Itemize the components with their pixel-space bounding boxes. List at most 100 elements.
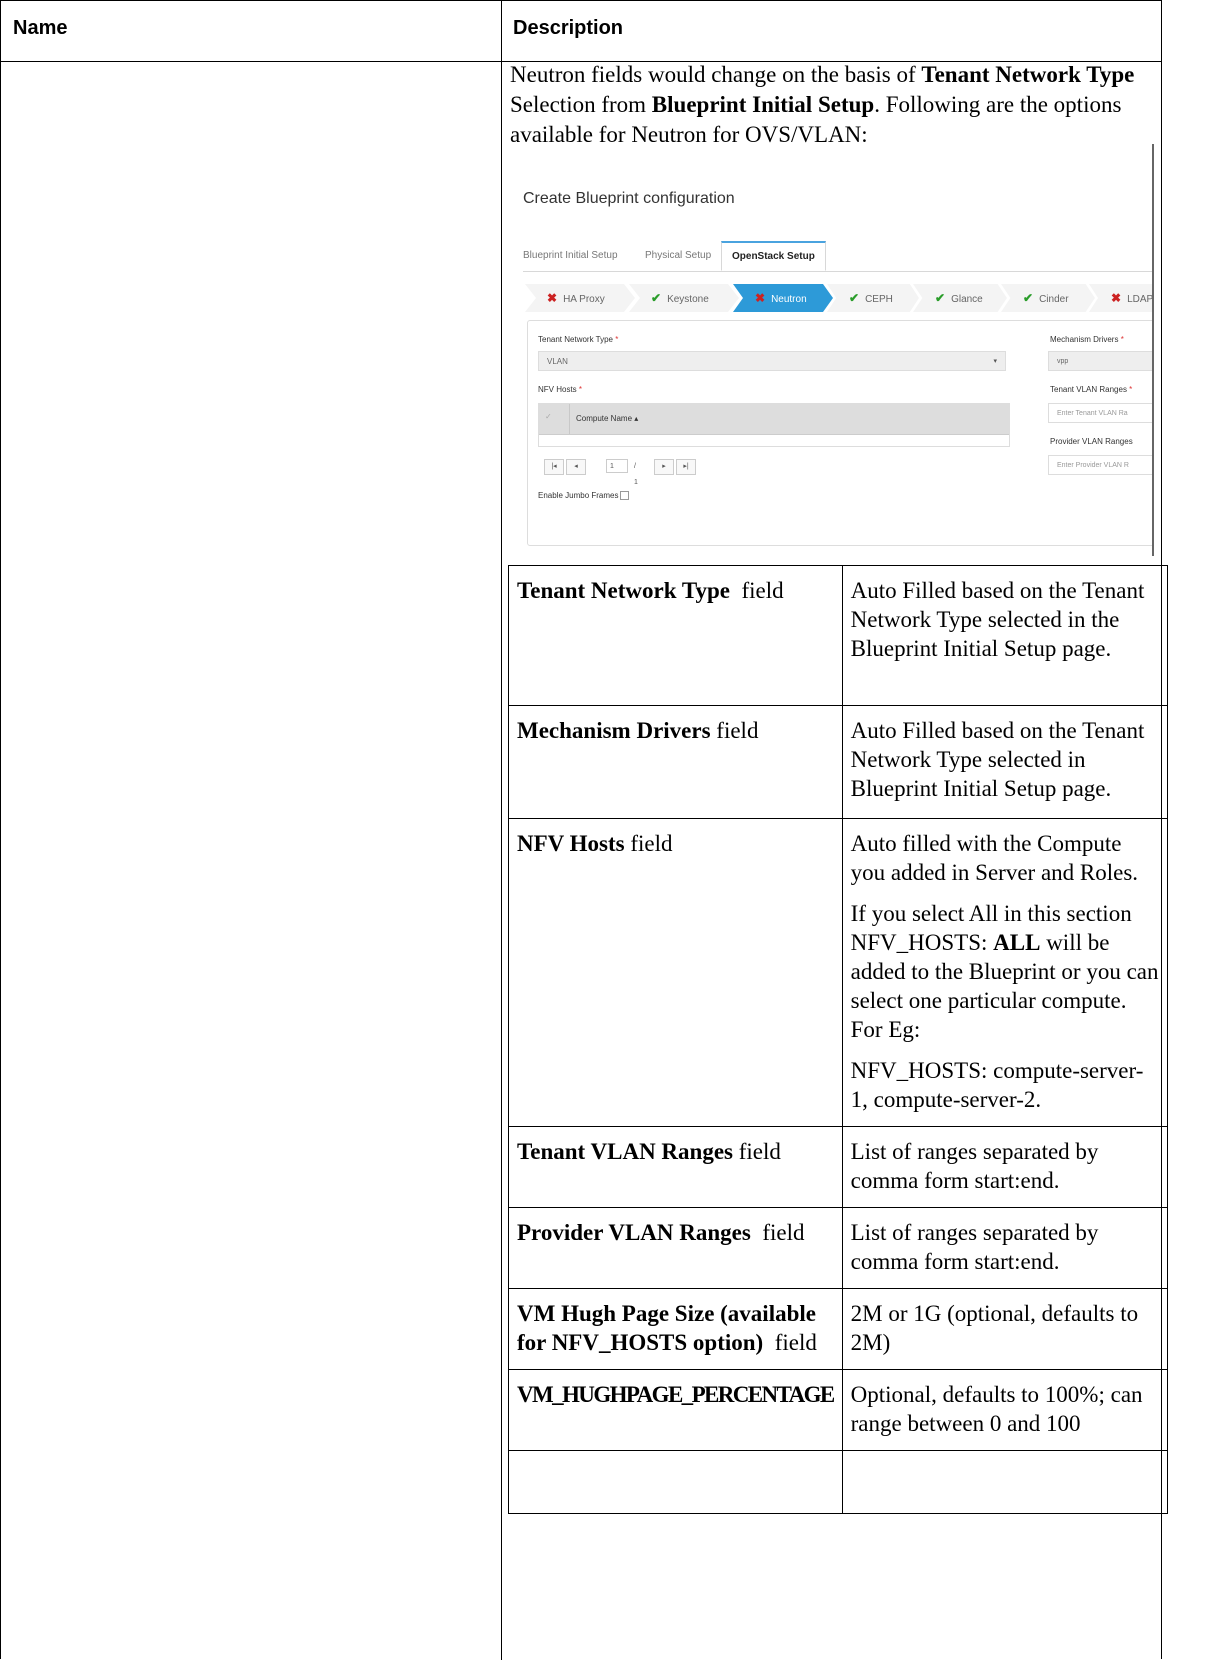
error-x-icon: ✖ (547, 291, 558, 305)
compute-name-column-header[interactable]: Compute Name ▴ (569, 404, 638, 434)
tab-openstack-setup[interactable]: OpenStack Setup (721, 241, 826, 271)
step-label: Cinder (1039, 294, 1069, 305)
field-description: If you select All in this section NFV_HO… (850, 901, 1159, 1042)
step-neutron[interactable]: ✖ Neutron (733, 284, 833, 312)
field-description: Auto filled with the Compute you added i… (850, 831, 1139, 885)
next-page-button[interactable]: ▸ (654, 459, 674, 475)
table-row (508, 1450, 1168, 1514)
checkmark-icon: ✔ (1023, 291, 1034, 305)
field-description: List of ranges separated by comma form s… (850, 1139, 1099, 1193)
field-description: Auto Filled based on the Tenant Network … (850, 578, 1145, 661)
table-row: Tenant VLAN Ranges field List of ranges … (508, 1126, 1168, 1208)
field-description-cell: Optional, defaults to 100%; can range be… (841, 1369, 1168, 1451)
neutron-form-panel: Tenant Network Type * VLAN ▾ NFV Hosts * … (527, 320, 1153, 546)
jumbo-frames-checkbox[interactable] (620, 491, 630, 501)
step-cinder[interactable]: ✔ Cinder (1001, 284, 1095, 312)
field-description: NFV_HOSTS: compute-server-1, compute-ser… (850, 1058, 1144, 1112)
step-ldap[interactable]: ✖ LDAP (1089, 284, 1153, 312)
step-glance[interactable]: ✔ Glance (913, 284, 1007, 312)
intro-text: Selection from (510, 92, 652, 117)
checkmark-icon: ✔ (651, 291, 662, 305)
step-ceph[interactable]: ✔ CEPH (827, 284, 919, 312)
field-name: Provider VLAN Ranges (517, 1220, 751, 1245)
step-label: CEPH (865, 294, 893, 305)
field-description-cell: Auto Filled based on the Tenant Network … (841, 705, 1168, 819)
checkmark-icon: ✔ (935, 291, 946, 305)
sort-up-icon: ▴ (634, 414, 639, 423)
provider-vlan-ranges-input[interactable]: Enter Provider VLAN R (1048, 455, 1153, 475)
step-keystone[interactable]: ✔ Keystone (629, 284, 739, 312)
nfv-hosts-table: ✓ Compute Name ▴ (538, 403, 1010, 447)
field-name: Tenant VLAN Ranges (517, 1139, 733, 1164)
nfv-hosts-table-header: ✓ Compute Name ▴ (539, 404, 1009, 435)
table-row: Provider VLAN Ranges field List of range… (508, 1207, 1168, 1289)
column-divider (501, 1, 502, 1660)
field-description-cell: List of ranges separated by comma form s… (841, 1126, 1168, 1208)
nfv-hosts-label: NFV Hosts * (538, 385, 583, 394)
field-suffix: field (624, 831, 673, 856)
field-name-cell: Tenant VLAN Ranges field (508, 1126, 843, 1208)
field-name: Mechanism Drivers (517, 718, 711, 743)
field-description-cell: Auto filled with the Compute you added i… (841, 818, 1168, 1127)
field-description: 2M or 1G (optional, defaults to 2M) (850, 1301, 1139, 1355)
last-page-button[interactable]: ▸| (676, 459, 696, 475)
field-suffix: field (733, 1139, 781, 1164)
table-row: Tenant Network Type field Auto Filled ba… (508, 565, 1168, 706)
field-suffix: field (750, 1220, 805, 1245)
field-name-cell: VM Hugh Page Size (available for NFV_HOS… (508, 1288, 843, 1370)
blueprint-config-screenshot: Create Blueprint configuration Blueprint… (507, 162, 1154, 554)
tab-blueprint-initial-setup[interactable]: Blueprint Initial Setup (523, 250, 618, 261)
field-description-cell (841, 1450, 1168, 1514)
page-of-label: / 1 (634, 463, 638, 486)
screenshot-tab-bar: Blueprint Initial Setup Physical Setup O… (523, 241, 1153, 272)
field-name-cell (508, 1450, 843, 1514)
field-name-cell: Tenant Network Type field (508, 565, 843, 706)
neutron-fields-table: Tenant Network Type field Auto Filled ba… (508, 565, 1168, 1514)
field-description: Auto Filled based on the Tenant Network … (850, 718, 1145, 801)
table-row: Mechanism Drivers field Auto Filled base… (508, 705, 1168, 819)
field-suffix: field (710, 718, 759, 743)
intro-bold-tenant-network-type: Tenant Network Type (921, 62, 1135, 87)
error-x-icon: ✖ (755, 291, 766, 305)
field-name-cell: VM_HUGHPAGE_PERCENTAGE (508, 1369, 843, 1451)
jumbo-frames-label: Enable Jumbo Frames (538, 491, 619, 500)
tab-physical-setup[interactable]: Physical Setup (645, 250, 711, 261)
intro-text: Neutron fields would change on the basis… (510, 62, 922, 87)
error-x-icon: ✖ (1111, 291, 1122, 305)
field-suffix: field (730, 578, 784, 603)
field-name: Tenant Network Type (517, 578, 730, 603)
field-description: List of ranges separated by comma form s… (850, 1220, 1099, 1274)
field-name-cell: Provider VLAN Ranges field (508, 1207, 843, 1289)
page-number-input[interactable]: 1 (606, 459, 628, 473)
tenant-network-type-select[interactable]: VLAN ▾ (538, 351, 1006, 371)
intro-bold-blueprint-initial-setup: Blueprint Initial Setup (651, 92, 875, 117)
screenshot-title: Create Blueprint configuration (523, 190, 735, 207)
table-header-row: Name Description (1, 1, 1161, 62)
checkmark-icon: ✔ (849, 291, 860, 305)
mechanism-drivers-label: Mechanism Drivers * (1050, 335, 1124, 344)
step-label: HA Proxy (563, 294, 605, 305)
tenant-vlan-ranges-input[interactable]: Enter Tenant VLAN Ra (1048, 403, 1153, 423)
first-page-button[interactable]: |◂ (544, 459, 564, 475)
prev-page-button[interactable]: ◂ (566, 459, 586, 475)
mechanism-drivers-field[interactable]: vpp (1048, 351, 1153, 371)
step-ha-proxy[interactable]: ✖ HA Proxy (525, 284, 635, 312)
select-all-checkbox[interactable]: ✓ (545, 412, 552, 421)
step-label: Neutron (771, 294, 807, 305)
field-name-cell: NFV Hosts field (508, 818, 843, 1127)
intro-paragraph: Neutron fields would change on the basis… (510, 60, 1150, 150)
tenant-vlan-ranges-label: Tenant VLAN Ranges * (1050, 385, 1133, 394)
field-description-cell: 2M or 1G (optional, defaults to 2M) (841, 1288, 1168, 1370)
table-row: VM_HUGHPAGE_PERCENTAGE Optional, default… (508, 1369, 1168, 1451)
field-name-cell: Mechanism Drivers field (508, 705, 843, 819)
field-name: NFV Hosts (517, 831, 625, 856)
select-value: VLAN (547, 357, 568, 366)
enable-jumbo-frames[interactable]: Enable Jumbo Frames (538, 491, 630, 501)
description-column-header: Description (513, 17, 624, 39)
provider-vlan-ranges-label: Provider VLAN Ranges (1050, 437, 1133, 446)
tenant-network-type-label: Tenant Network Type * (538, 335, 619, 344)
step-label: Keystone (667, 294, 709, 305)
name-column-header: Name (13, 17, 68, 39)
chevron-down-icon: ▾ (993, 358, 997, 365)
field-suffix: field (763, 1330, 817, 1355)
